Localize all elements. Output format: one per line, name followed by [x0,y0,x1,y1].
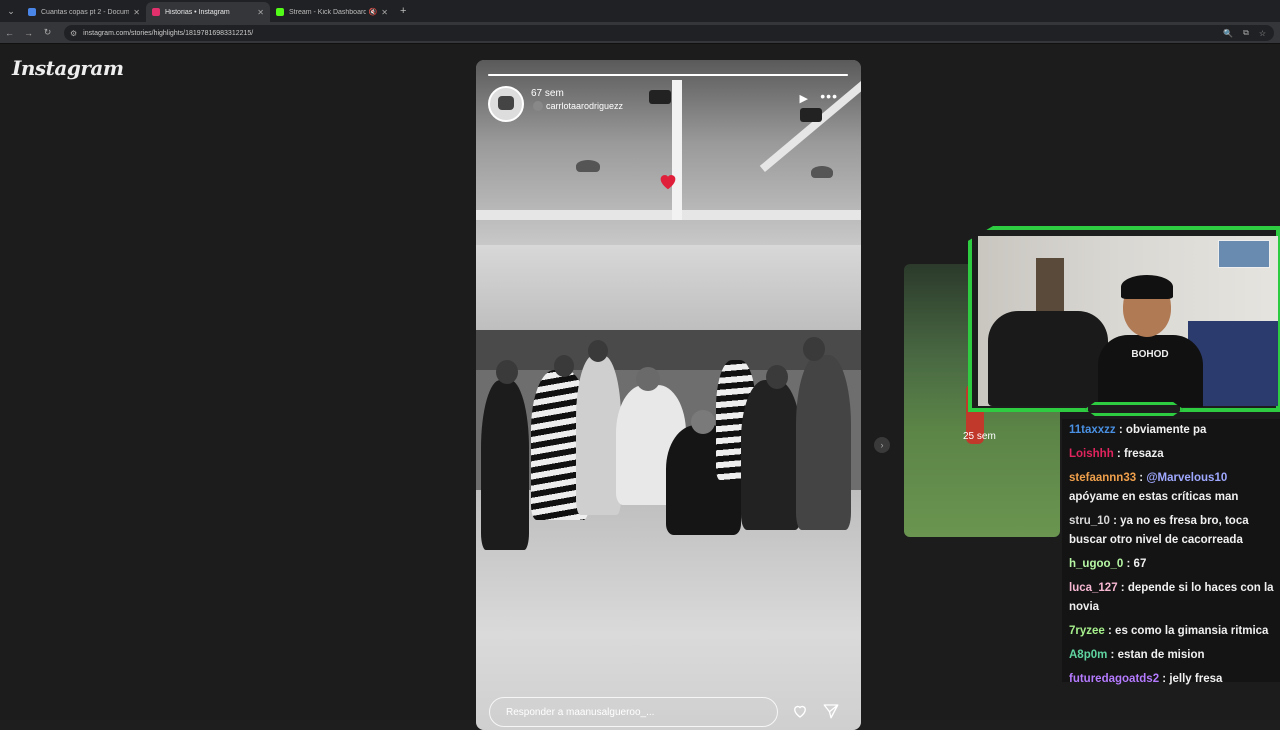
chevron-right-icon[interactable]: › [874,437,890,453]
poster-image [1218,240,1270,268]
site-info-icon[interactable]: ⚙ [70,29,77,38]
close-tab-icon[interactable]: ✕ [257,8,264,17]
chat-username: stru_10 [1069,515,1110,527]
share-icon[interactable] [822,702,840,720]
zoom-icon[interactable]: 🔍 [1223,29,1233,38]
instagram-favicon-icon [152,8,160,16]
instagram-logo[interactable]: Instagram [12,56,124,80]
chat-username: stefaannn33 [1069,472,1137,484]
close-tab-icon[interactable]: ✕ [133,8,140,17]
heart-sticker-icon [660,175,676,190]
chat-message: stru_10 : ya no es fresa bro, toca busca… [1069,515,1249,546]
user-mini-avatar [533,101,543,111]
reload-icon[interactable]: ↻ [38,27,57,38]
tab-title: Cuantas copas pt 2 - Documen [41,8,130,16]
address-bar[interactable]: ⚙ instagram.com/stories/highlights/18197… [64,25,1274,41]
gaming-chair-image [988,311,1108,406]
close-tab-icon[interactable]: ✕ [381,8,388,17]
story-header: 67 sem carrlotaarodriguezz ▶ ••• [488,84,848,122]
chat-text: fresaza [1123,448,1164,460]
chat-message: stefaannn33 : @Marvelous10 apóyame en es… [1069,472,1239,503]
chat-message: Loishhh : fresaza [1069,448,1164,460]
docs-favicon-icon [28,8,36,16]
story-viewer[interactable]: 67 sem carrlotaarodriguezz ▶ ••• Respond… [476,60,861,730]
chat-message: 7ryzee : es como la gimansia ritmica [1069,625,1269,637]
chat-username: luca_127 [1069,582,1118,594]
group-photo [476,325,861,565]
muted-speaker-icon[interactable]: 🔇 [369,8,378,16]
instagram-page: Instagram 67 sem carrlotaarodriguezz ▶ •… [0,44,1280,730]
chat-message: luca_127 : depende si lo haces con la no… [1069,582,1274,613]
chat-text: 67 [1133,558,1147,570]
tab-search-chevron-icon[interactable]: ⌄ [0,0,22,22]
webcam-frame-tab [1085,402,1183,416]
chat-text: jelly fresa [1169,673,1223,685]
chat-message: A8p0m : estan de mision [1069,649,1205,661]
chat-message: h_ugoo_0 : 67 [1069,558,1147,570]
shirt-text: BOHOD [1131,349,1169,360]
reply-input[interactable]: Responder a maanusalgueroo_... [489,697,778,727]
tab-title: Historias • Instagram [165,8,230,16]
side-story-time: 25 sem [963,431,996,442]
chat-username: futuredagoatds2 [1069,673,1160,685]
chat-text: es como la gimansia ritmica [1115,625,1269,637]
bookmark-star-icon[interactable]: ☆ [1259,29,1266,38]
chat-message: futuredagoatds2 : jelly fresa [1069,673,1223,685]
webcam-overlay: BOHOD [968,226,1280,416]
webcam-video: BOHOD [978,236,1278,407]
play-icon[interactable]: ▶ [800,92,808,105]
story-time: 67 sem [531,88,564,99]
rink-wall [476,245,861,335]
tab-docs[interactable]: Cuantas copas pt 2 - Documen ✕ [22,2,146,22]
chat-username: A8p0m [1069,649,1108,661]
chat-username: 11taxxzz [1069,424,1116,436]
forward-icon[interactable]: → [19,28,38,38]
story-username[interactable]: carrlotaarodriguezz [546,101,623,111]
browser-tabbar: ⌄ Cuantas copas pt 2 - Documen ✕ Histori… [0,0,1280,22]
install-app-icon[interactable]: ⧉ [1243,28,1249,38]
chat-username: 7ryzee [1069,625,1105,637]
tab-kick[interactable]: Stream - Kick Dashboard 🔇 ✕ [270,2,394,22]
new-tab-icon[interactable]: + [400,5,406,17]
chat-username: Loishhh [1069,448,1114,460]
stream-chat: 11taxxzz : obviamente pa Loishhh : fresa… [1062,419,1280,685]
chat-text: estan de mision [1117,649,1205,661]
heart-icon[interactable] [791,702,809,720]
kick-favicon-icon [276,8,284,16]
browser-toolbar: ← → ↻ ⚙ instagram.com/stories/highlights… [0,22,1280,44]
avatar[interactable] [488,86,524,122]
chat-mention: @Marvelous10 [1146,472,1228,484]
back-icon[interactable]: ← [0,28,19,38]
chat-text: apóyame en estas críticas man [1069,491,1239,503]
chat-username: h_ugoo_0 [1069,558,1124,570]
more-options-icon[interactable]: ••• [820,88,838,104]
chat-message: 11taxxzz : obviamente pa [1069,424,1207,436]
tab-title: Stream - Kick Dashboard [289,8,366,16]
story-progress-bar [488,74,848,76]
streamer-image: BOHOD [1093,275,1213,407]
tab-instagram[interactable]: Historias • Instagram ✕ [146,2,270,22]
url-text: instagram.com/stories/highlights/1819781… [83,29,254,37]
chat-text: obviamente pa [1125,424,1207,436]
